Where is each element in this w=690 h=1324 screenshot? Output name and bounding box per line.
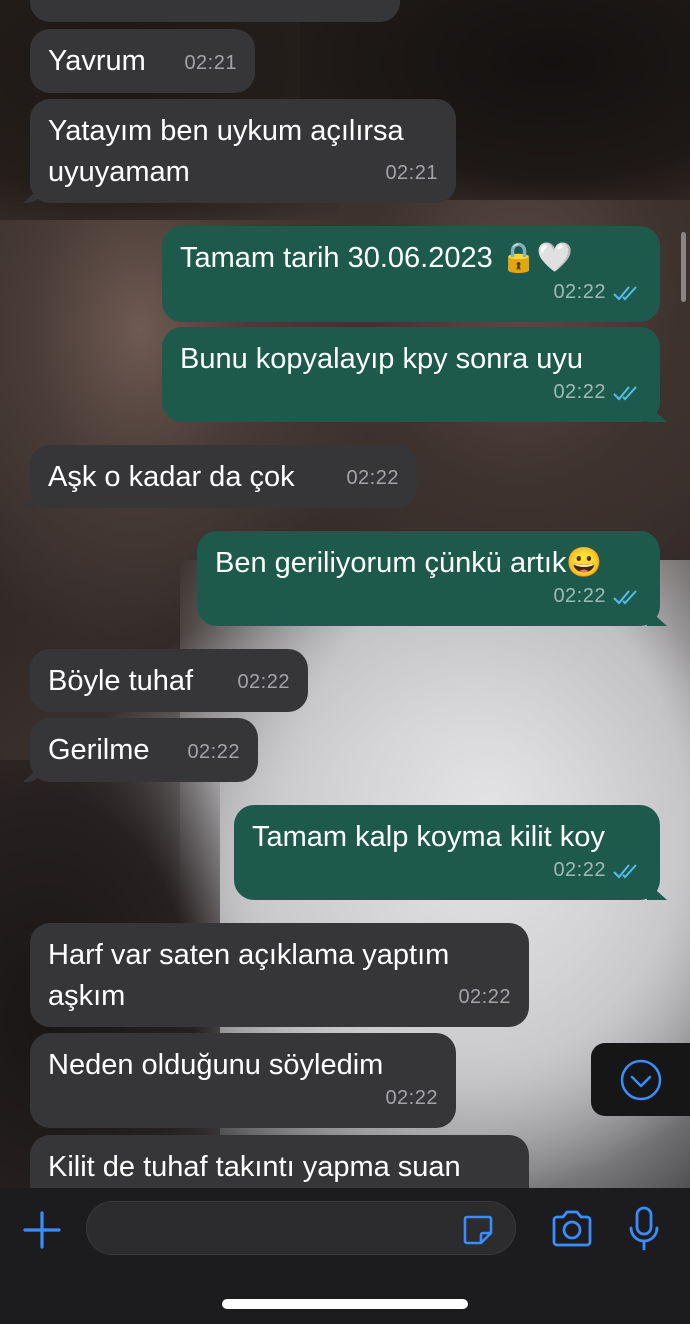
message-text: Yavrum bbox=[48, 45, 146, 77]
message-text: Aşk o kadar da çok bbox=[48, 461, 295, 493]
message-incoming[interactable]: Yatayım ben uykum açılırsa uyuyamam 02:2… bbox=[23, 99, 456, 203]
message-incoming[interactable]: Aşk o kadar da çok 02:22 bbox=[23, 445, 417, 508]
message-text: Yatayım ben uykum açılırsa uyuyamam bbox=[48, 115, 404, 188]
message-outgoing[interactable]: Tamam kalp koyma kilit koy 02:22 bbox=[234, 805, 667, 900]
message-incoming[interactable]: 02:21 bbox=[30, 0, 400, 22]
scroll-to-bottom-button[interactable] bbox=[591, 1043, 690, 1116]
message-incoming[interactable]: Yavrum 02:21 bbox=[30, 29, 255, 93]
message-text: Böyle tuhaf bbox=[48, 665, 194, 697]
message-time: 02:21 bbox=[184, 52, 237, 74]
scrollbar[interactable] bbox=[681, 232, 686, 302]
message-text: Bunu kopyalayıp kpy sonra uyu bbox=[180, 343, 584, 375]
message-time: 02:22 bbox=[553, 272, 642, 313]
message-outgoing[interactable]: Ben geriliyorum çünkü artık😀 02:22 bbox=[197, 531, 667, 626]
message-text: Tamam kalp koyma kilit koy bbox=[252, 821, 605, 853]
message-time: 02:22 bbox=[458, 986, 511, 1008]
message-incoming[interactable]: Böyle tuhaf 02:22 bbox=[30, 649, 308, 712]
plus-icon[interactable] bbox=[22, 1210, 62, 1250]
message-incoming[interactable]: Gerilme 02:22 bbox=[23, 718, 258, 782]
message-outgoing[interactable]: Tamam tarih 30.06.2023 🔒🤍 02:22 bbox=[162, 226, 660, 322]
message-text: Kilit de tuhaf takıntı yapma suan bbox=[48, 1151, 461, 1183]
message-outgoing[interactable]: Bunu kopyalayıp kpy sonra uyu 02:22 bbox=[162, 327, 667, 422]
home-indicator[interactable] bbox=[222, 1299, 468, 1309]
sticker-icon[interactable] bbox=[461, 1213, 495, 1247]
message-time: 02:22 bbox=[553, 372, 642, 413]
message-text: Tamam tarih 30.06.2023 🔒🤍 bbox=[180, 242, 574, 274]
read-ticks-icon bbox=[613, 285, 637, 300]
message-time: 02:22 bbox=[385, 1087, 438, 1109]
message-text: Harf var saten açıklama yaptım aşkım bbox=[48, 939, 450, 1012]
message-text: Gerilme bbox=[48, 734, 150, 766]
message-time: 02:22 bbox=[187, 741, 240, 763]
message-incoming[interactable]: Harf var saten açıklama yaptım aşkım 02:… bbox=[30, 923, 529, 1027]
read-ticks-icon bbox=[613, 863, 637, 878]
camera-icon[interactable] bbox=[550, 1210, 594, 1248]
read-ticks-icon bbox=[613, 589, 637, 604]
message-time: 02:22 bbox=[237, 671, 290, 693]
message-time: 02:21 bbox=[385, 162, 438, 184]
message-incoming[interactable]: Neden olduğunu söyledim 02:22 bbox=[30, 1033, 456, 1128]
chevron-down-circle-icon bbox=[620, 1059, 662, 1100]
message-input[interactable] bbox=[86, 1201, 516, 1255]
message-time: 02:22 bbox=[553, 576, 642, 617]
read-ticks-icon bbox=[613, 385, 637, 400]
message-time: 02:22 bbox=[553, 850, 642, 891]
message-time: 02:22 bbox=[346, 467, 399, 489]
message-text: Neden olduğunu söyledim bbox=[48, 1049, 384, 1081]
message-text: Ben geriliyorum çünkü artık😀 bbox=[215, 547, 603, 579]
message-time: 02:21 bbox=[329, 0, 382, 14]
microphone-icon[interactable] bbox=[628, 1206, 660, 1252]
